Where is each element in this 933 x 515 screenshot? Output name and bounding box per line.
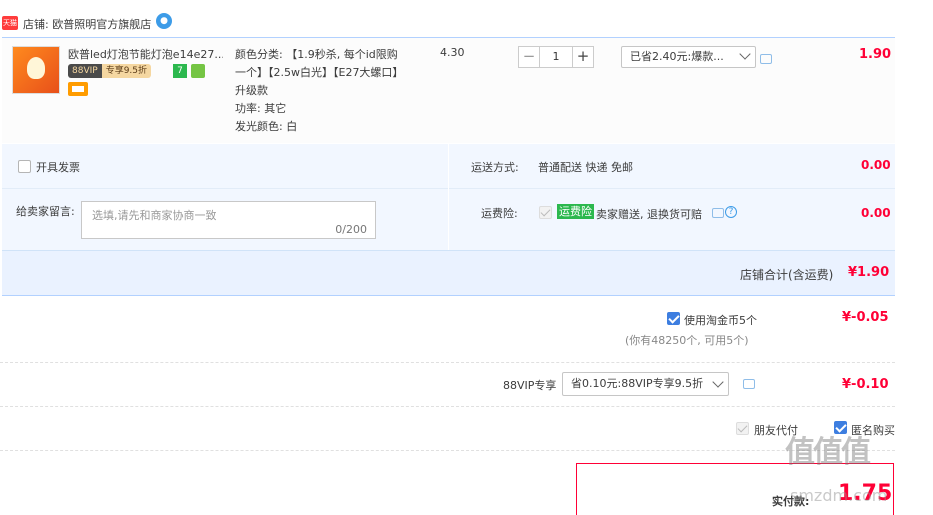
friend-pay-checkbox[interactable] [736,422,749,435]
promotion-selected: 已省2.40元:爆款... [630,50,724,63]
qty-input[interactable]: 1 [540,46,572,68]
guarantee-shield-icon [191,64,205,78]
invoice-label: 开具发票 [36,161,80,174]
wangwang-chat-icon[interactable]: ● [156,13,172,29]
shop-name[interactable]: 店铺: 欧普照明官方旗舰店 [23,16,151,32]
invoice-checkbox[interactable] [18,160,31,173]
divider [0,406,895,407]
item-total: 1.90 [859,47,892,62]
insurance-checkbox [539,206,552,219]
vip-promo-selected: 省0.10元:88VIP专享9.5折 [571,377,704,390]
chevron-down-icon [739,48,751,60]
vip-label: 88VIP专享 [503,379,557,392]
coins-discount: ¥-0.05 [842,310,889,325]
vip-tag-discount: 专享9.5折 [101,64,152,78]
memo-char-count: 0/200 [335,223,367,236]
qty-minus-button[interactable]: − [518,46,540,68]
coins-label: 使用淘金币5个 [684,314,757,327]
divider [0,450,895,451]
insurance-price: 0.00 [861,206,891,220]
product-thumbnail[interactable] [12,46,60,94]
shipping-price: 0.00 [861,158,891,172]
tmall-badge: 天猫 [2,16,18,30]
comment-icon[interactable] [743,379,755,389]
coins-checkbox[interactable] [667,312,680,325]
product-attributes: 颜色分类: 【1.9秒杀, 每个id限购一个】【2.5w白光】【E27大螺口】升… [235,46,400,136]
watermark-site: smzdm.com [790,486,888,505]
shop-total-label: 店铺合计(含运费) [740,268,834,282]
vip-discount: ¥-0.10 [842,377,889,392]
insurance-badge: 运费险 [557,204,594,219]
attr-power: 功率: 其它 [235,102,287,115]
memo-textarea[interactable]: 选填,请先和商家协商一致 0/200 [81,201,376,239]
watermark-logo: 值值值 [785,435,871,470]
unit-price: 4.30 [440,46,465,59]
comment-icon[interactable] [712,208,724,218]
vip-tag-brand: 88VIP [68,64,102,78]
memo-label: 给卖家留言: [16,205,75,218]
qty-plus-button[interactable]: + [572,46,594,68]
vip-discount-tag: 88VIP 专享9.5折 [68,64,152,78]
shop-header: 天猫 店铺: 欧普照明官方旗舰店 ● [0,10,933,36]
order-item: 欧普led灯泡节能灯泡e14e27... 88VIP 专享9.5折 7 颜色分类… [2,37,895,143]
insurance-text: 卖家赠送, 退换货可赔 [596,208,702,221]
shop-total-value: ¥1.90 [848,265,890,280]
divider [0,362,895,363]
seven-day-return-icon: 7 [173,64,187,78]
credit-card-icon [68,82,88,96]
coins-note: (你有48250个, 可用5个) [625,334,749,347]
comment-icon[interactable] [760,54,772,64]
help-icon[interactable]: ? [725,206,737,218]
promotion-select[interactable]: 已省2.40元:爆款... [621,46,756,68]
vip-promo-select[interactable]: 省0.10元:88VIP专享9.5折 [562,372,729,396]
insurance-label: 运费险: [481,207,518,220]
memo-placeholder: 选填,请先和商家协商一致 [92,209,217,222]
attr-light-color: 发光颜色: 白 [235,120,298,133]
shipping-label: 运送方式: [471,161,519,174]
shipping-method: 普通配送 快递 免邮 [538,161,633,174]
bulb-icon [27,57,45,79]
column-divider [448,144,449,250]
chevron-down-icon [712,376,724,388]
quantity-stepper: − 1 + [518,46,594,68]
product-title[interactable]: 欧普led灯泡节能灯泡e14e27... [68,46,223,62]
attr-color: 颜色分类: 【1.9秒杀, 每个id限购一个】【2.5w白光】【E27大螺口】升… [235,48,398,97]
